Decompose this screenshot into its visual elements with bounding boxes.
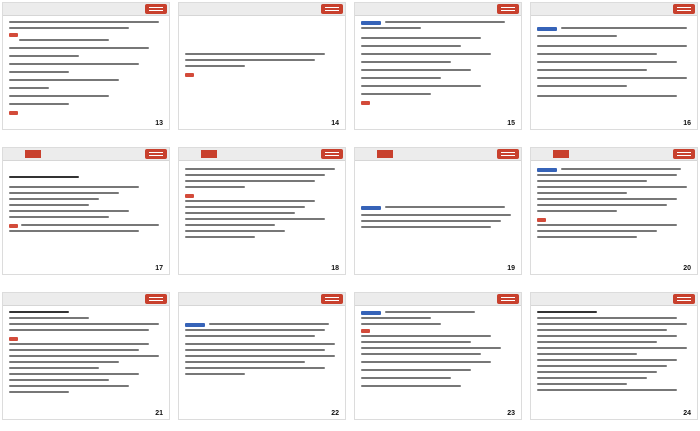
slide-number: 17 bbox=[155, 265, 163, 272]
slide-badge-icon bbox=[321, 294, 343, 304]
slide-body bbox=[9, 309, 163, 407]
slide-body bbox=[185, 19, 339, 117]
slide-badge-icon bbox=[321, 4, 343, 14]
slide-badge-icon bbox=[673, 149, 695, 159]
slide-number: 22 bbox=[331, 410, 339, 417]
slide-body bbox=[185, 309, 339, 407]
slide-number: 13 bbox=[155, 120, 163, 127]
slide-badge-icon bbox=[673, 4, 695, 14]
slide-thumbnail-14[interactable]: 14 bbox=[178, 2, 346, 130]
slide-badge-icon bbox=[497, 294, 519, 304]
slide-badge-icon bbox=[673, 294, 695, 304]
slide-body bbox=[185, 164, 339, 262]
slide-body bbox=[9, 19, 163, 117]
slide-number: 15 bbox=[507, 120, 515, 127]
slide-number: 20 bbox=[683, 265, 691, 272]
slide-body bbox=[9, 164, 163, 262]
slide-badge-icon bbox=[497, 149, 519, 159]
slide-number: 14 bbox=[331, 120, 339, 127]
slide-number: 24 bbox=[683, 410, 691, 417]
slide-number: 18 bbox=[331, 265, 339, 272]
slide-thumbnail-16[interactable]: 16 bbox=[530, 2, 698, 130]
slide-number: 23 bbox=[507, 410, 515, 417]
slide-thumbnail-21[interactable]: 21 bbox=[2, 292, 170, 420]
slide-thumbnail-13[interactable]: 13 bbox=[2, 2, 170, 130]
slide-thumbnail-17[interactable]: 17 bbox=[2, 147, 170, 275]
slide-thumbnail-20[interactable]: 20 bbox=[530, 147, 698, 275]
slide-body bbox=[537, 164, 691, 262]
slide-body bbox=[537, 19, 691, 117]
slide-body bbox=[537, 309, 691, 407]
slide-body bbox=[361, 164, 515, 262]
slide-number: 16 bbox=[683, 120, 691, 127]
slide-thumbnail-18[interactable]: 18 bbox=[178, 147, 346, 275]
slide-number: 21 bbox=[155, 410, 163, 417]
slide-body bbox=[361, 309, 515, 407]
slide-badge-icon bbox=[321, 149, 343, 159]
slide-number: 19 bbox=[507, 265, 515, 272]
slide-body bbox=[361, 19, 515, 117]
slide-thumbnail-19[interactable]: 19 bbox=[354, 147, 522, 275]
slide-thumbnail-23[interactable]: 23 bbox=[354, 292, 522, 420]
slide-badge-icon bbox=[145, 149, 167, 159]
slide-badge-icon bbox=[145, 294, 167, 304]
slide-badge-icon bbox=[497, 4, 519, 14]
slide-thumbnail-15[interactable]: 15 bbox=[354, 2, 522, 130]
slide-thumbnail-24[interactable]: 24 bbox=[530, 292, 698, 420]
slide-badge-icon bbox=[145, 4, 167, 14]
slide-thumbnail-22[interactable]: 22 bbox=[178, 292, 346, 420]
